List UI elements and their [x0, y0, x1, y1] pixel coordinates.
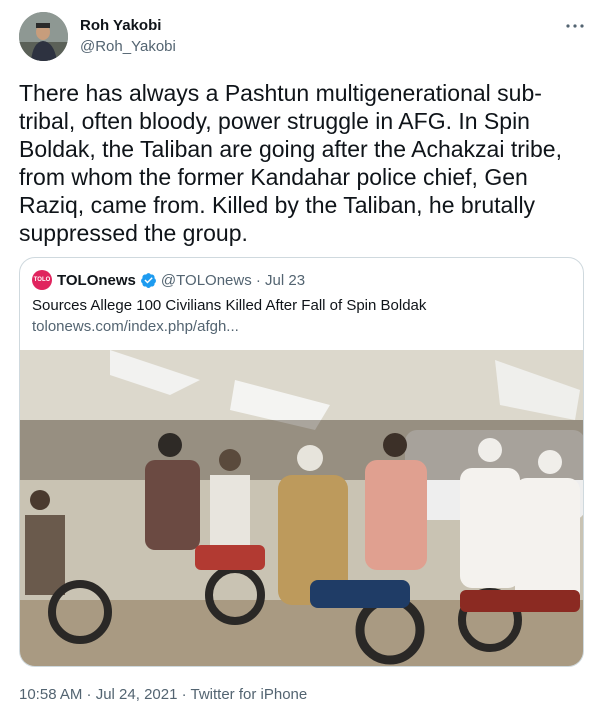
quoted-tweet-card[interactable]: TOLO TOLOnews @TOLOnews · Jul 23 Sources…: [19, 257, 584, 667]
quoted-tweet-link[interactable]: tolonews.com/index.php/afgh...: [32, 318, 239, 335]
news-photo[interactable]: [20, 350, 584, 667]
quoted-handle-date: @TOLOnews · Jul 23: [160, 271, 306, 289]
verified-badge-icon: [140, 272, 157, 289]
tweet-timestamp[interactable]: 10:58 AM · Jul 24, 2021 · Twitter for iP…: [19, 686, 307, 703]
author-avatar[interactable]: [19, 12, 68, 61]
more-options-icon[interactable]: [563, 14, 587, 38]
author-name[interactable]: Roh Yakobi: [80, 17, 161, 34]
author-handle[interactable]: @Roh_Yakobi: [80, 38, 176, 55]
quoted-tweet-header: TOLO TOLOnews @TOLOnews · Jul 23: [32, 270, 305, 290]
quoted-author-name: TOLOnews: [57, 271, 136, 289]
quoted-avatar: TOLO: [32, 270, 52, 290]
tweet-text: There has always a Pashtun multigenerati…: [19, 80, 562, 246]
quoted-tweet-title: Sources Allege 100 Civilians Killed Afte…: [32, 297, 427, 314]
avatar-image: [19, 12, 68, 61]
